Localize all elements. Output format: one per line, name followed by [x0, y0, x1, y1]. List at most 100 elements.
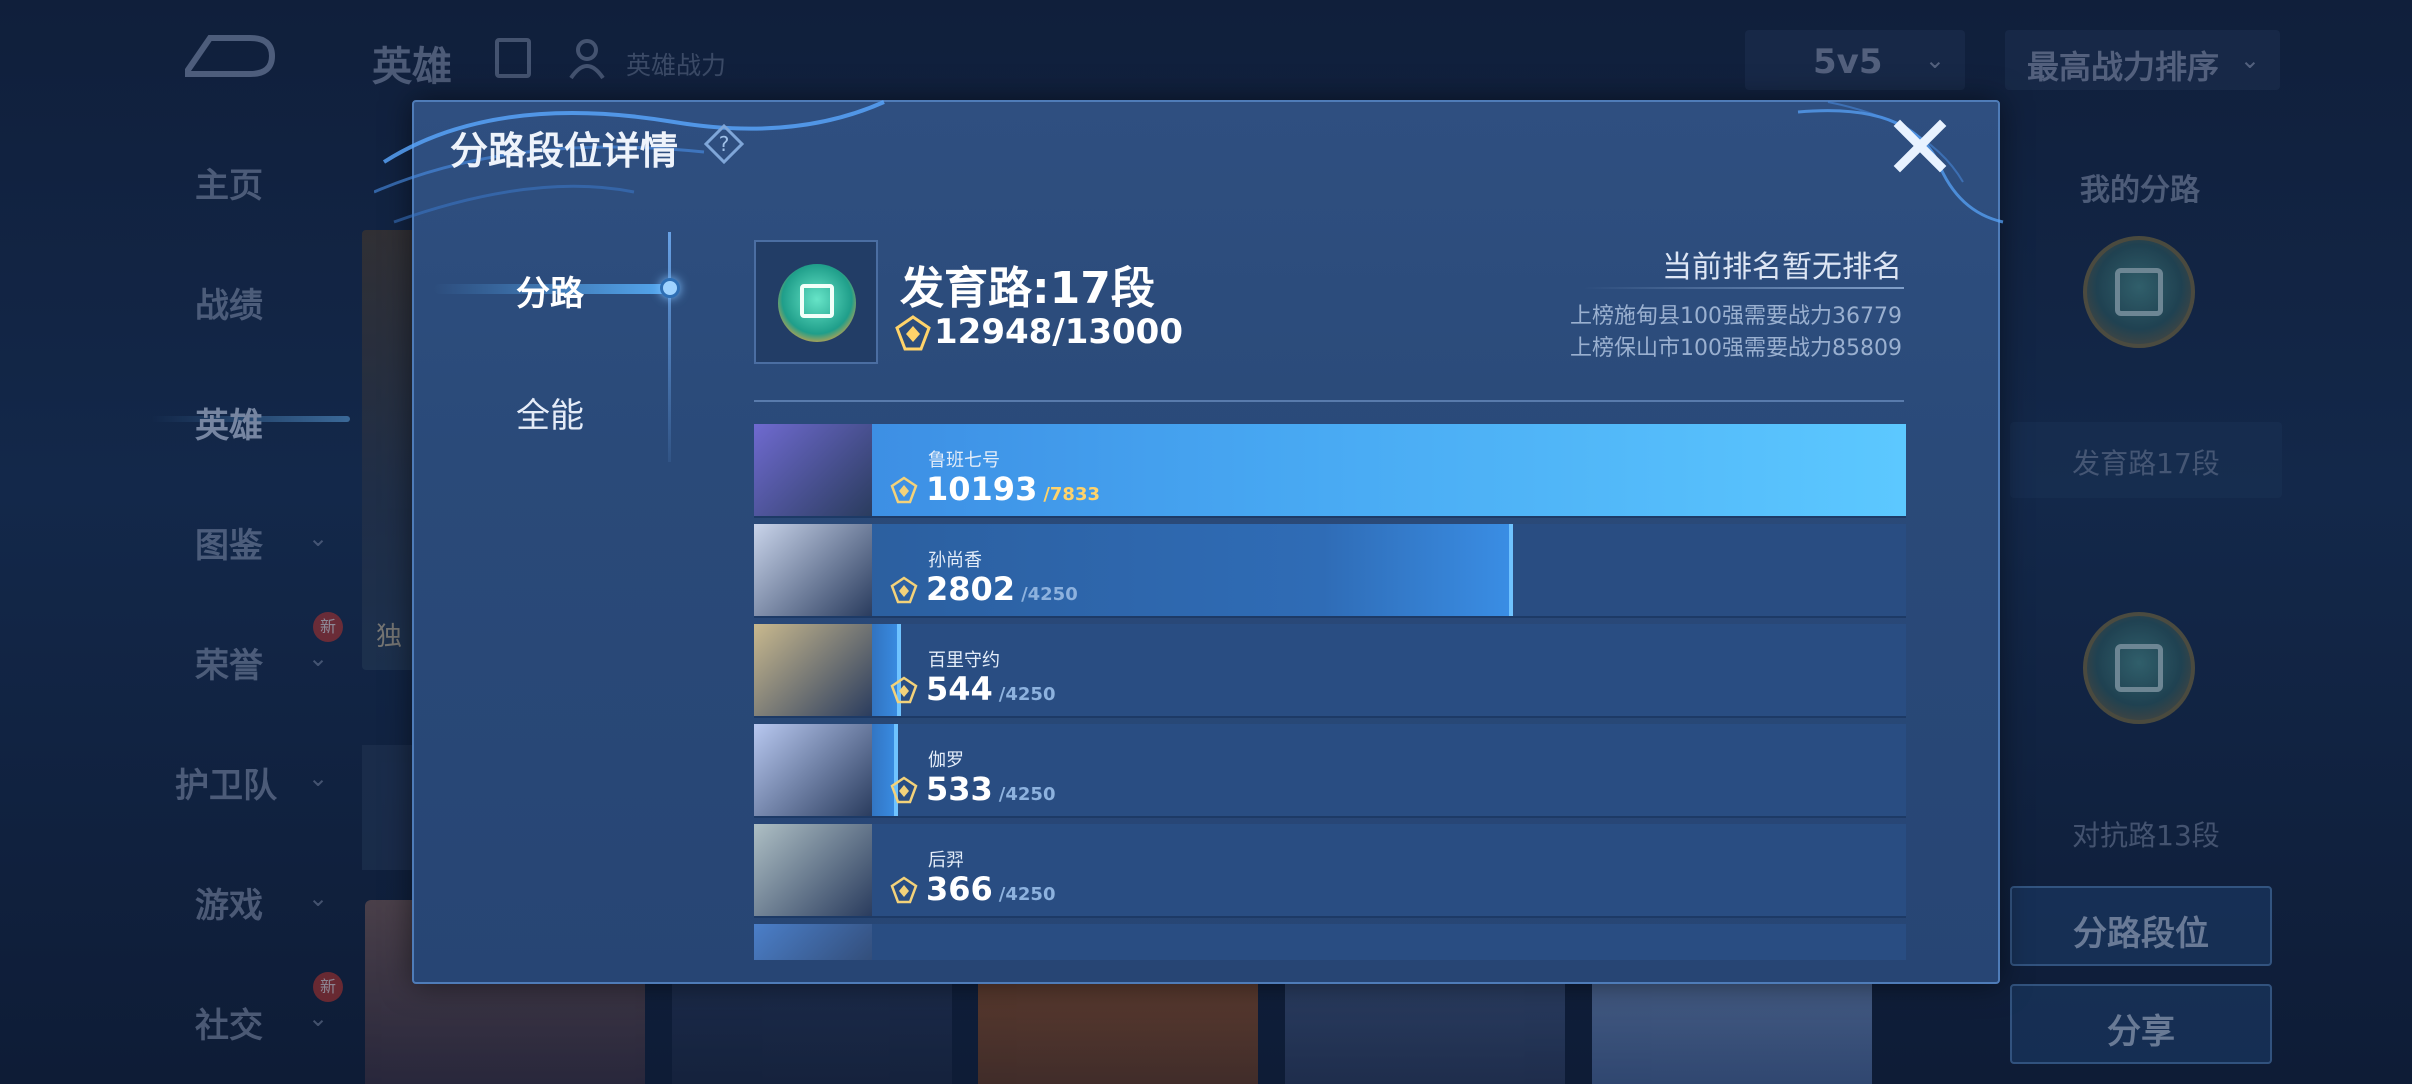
- hero-card[interactable]: [362, 745, 412, 870]
- chevron-down-icon: ⌄: [308, 644, 329, 672]
- hero-power: 366/4250: [926, 870, 1055, 908]
- sidebar-item-label: 游戏: [195, 886, 263, 926]
- question-icon[interactable]: ?: [704, 124, 744, 164]
- sort-select[interactable]: 最高战力排序 ⌄: [2005, 30, 2280, 90]
- sidebar-item-honor[interactable]: 新 荣誉 ⌄: [150, 612, 343, 690]
- sidebar-item-label: 图鉴: [195, 526, 263, 566]
- chevron-down-icon: ⌄: [308, 884, 329, 912]
- hero-name: 鲁班七号: [928, 450, 1000, 471]
- hero-power-value: 366: [926, 870, 993, 908]
- divider: [754, 400, 1904, 402]
- hero-portrait: [754, 724, 872, 816]
- tab-active-dot: [660, 278, 680, 298]
- sidebar-item-heroes[interactable]: 英雄: [150, 390, 350, 450]
- chevron-down-icon: ⌄: [308, 764, 329, 792]
- hero-name: 后羿: [928, 850, 964, 871]
- hero-row[interactable]: 孙尚香 2802/4250: [754, 524, 1906, 618]
- svg-text:?: ?: [719, 132, 730, 156]
- chevron-down-icon: ⌄: [308, 524, 329, 552]
- hero-power-cap: /4250: [998, 684, 1056, 705]
- tab-label: 分路: [516, 274, 584, 314]
- close-icon[interactable]: [1890, 116, 1950, 176]
- my-lane-title: 我的分路: [2080, 173, 2200, 208]
- lane-rank-button[interactable]: 分路段位: [2010, 886, 2272, 966]
- share-button[interactable]: 分享: [2010, 984, 2272, 1064]
- lane-rank-box: 发育路17段: [2010, 422, 2282, 498]
- hero-name: 百里守约: [928, 650, 1000, 671]
- hero-power-value: 2802: [926, 570, 1016, 608]
- hero-power-cap: /4250: [998, 784, 1056, 805]
- sidebar-item-label: 社交: [195, 1006, 263, 1046]
- sidebar-item-game[interactable]: 游戏 ⌄: [150, 870, 340, 930]
- sidebar-item-codex[interactable]: 图鉴 ⌄: [150, 510, 340, 570]
- lane-rank-dialog: 分路段位详情 ? 分路 全能 发育路:17段 12948/13000 当前排名暂…: [374, 100, 2004, 984]
- lane-rank-title: 发育路:17段: [900, 263, 1155, 314]
- hero-power: 544/4250: [926, 670, 1055, 708]
- chevron-down-icon: ⌄: [1924, 46, 1945, 74]
- rank-requirement: 上榜施甸县100强需要战力36779: [1570, 304, 1902, 329]
- sort-select-value: 最高战力排序: [2027, 48, 2220, 86]
- tab-all-round[interactable]: 全能: [414, 370, 684, 450]
- list-icon[interactable]: [495, 38, 531, 78]
- power-icon: [890, 876, 918, 904]
- lane-rank-text: 对抗路13段: [2072, 819, 2220, 852]
- chevron-down-icon: ⌄: [308, 1004, 329, 1032]
- rank-requirement: 上榜保山市100强需要战力85809: [1570, 336, 1902, 361]
- mode-select[interactable]: 5v5 ⌄: [1745, 30, 1965, 90]
- power-icon: [890, 576, 918, 604]
- hero-name: 伽罗: [928, 750, 964, 771]
- sidebar-item-guard[interactable]: 护卫队 ⌄: [150, 750, 340, 810]
- hero-row[interactable]: 百里守约 544/4250: [754, 624, 1906, 718]
- lane-rank-button-label: 分路段位: [2073, 914, 2209, 954]
- divider: [1584, 287, 1904, 289]
- chevron-down-icon: ⌄: [2239, 46, 2260, 74]
- sidebar-item-social[interactable]: 新 社交 ⌄: [150, 972, 343, 1050]
- hero-power-icon[interactable]: [565, 36, 609, 80]
- hero-card-label: 独: [376, 622, 403, 652]
- hero-portrait: [754, 924, 872, 960]
- dialog-title: 分路段位详情: [450, 129, 679, 173]
- hero-power: 10193/7833: [926, 470, 1100, 508]
- sidebar-item-label: 荣誉: [195, 646, 263, 686]
- lane-rank-text: 发育路17段: [2072, 447, 2220, 480]
- mode-select-value: 5v5: [1813, 42, 1883, 82]
- hero-power: 533/4250: [926, 770, 1055, 808]
- hero-row[interactable]: [754, 924, 1906, 960]
- hero-row[interactable]: 鲁班七号 10193/7833: [754, 424, 1906, 518]
- hero-power-cap: /4250: [998, 884, 1056, 905]
- power-icon: [890, 676, 918, 704]
- new-badge: 新: [313, 612, 343, 642]
- hero-power-cap: /4250: [1021, 584, 1078, 605]
- progress-edge: [1509, 524, 1514, 616]
- hero-power-value: 10193: [926, 470, 1038, 508]
- sidebar-item-label: 英雄: [195, 406, 263, 446]
- hero-name: 孙尚香: [928, 550, 982, 571]
- tab-lane[interactable]: 分路: [414, 248, 684, 328]
- rank-status: 当前排名暂无排名: [1662, 250, 1902, 285]
- hero-power-label[interactable]: 英雄战力: [626, 46, 726, 82]
- hero-row[interactable]: 伽罗 533/4250: [754, 724, 1906, 818]
- farm-lane-emblem-icon: [2083, 236, 2195, 348]
- power-icon: [890, 476, 918, 504]
- sidebar-item-label: 战绩: [195, 286, 263, 326]
- new-badge: 新: [313, 972, 343, 1002]
- sidebar-item-home[interactable]: 主页: [150, 150, 340, 210]
- sidebar-item-record[interactable]: 战绩: [150, 270, 340, 330]
- power-icon: [890, 776, 918, 804]
- hero-power-cap: /7833: [1043, 484, 1100, 505]
- clash-lane-emblem-icon: [2083, 612, 2195, 724]
- sidebar-item-label: 护卫队: [175, 766, 277, 806]
- power-icon: [895, 315, 931, 351]
- farm-lane-emblem-icon: [778, 264, 856, 342]
- hero-power: 2802/4250: [926, 570, 1078, 608]
- hero-power-list[interactable]: 鲁班七号 10193/7833 孙尚香 2802/4250 百里守约 544/4250 伽罗…: [754, 424, 1906, 960]
- rank-emblem-frame: [754, 240, 878, 364]
- hero-portrait: [754, 424, 872, 516]
- back-arrow-icon[interactable]: [180, 30, 280, 86]
- hero-power-value: 544: [926, 670, 993, 708]
- sidebar-item-label: 主页: [195, 166, 263, 206]
- lane-power-value: 12948/13000: [934, 312, 1183, 352]
- hero-portrait: [754, 624, 872, 716]
- hero-row[interactable]: 后羿 366/4250: [754, 824, 1906, 918]
- hero-portrait: [754, 824, 872, 916]
